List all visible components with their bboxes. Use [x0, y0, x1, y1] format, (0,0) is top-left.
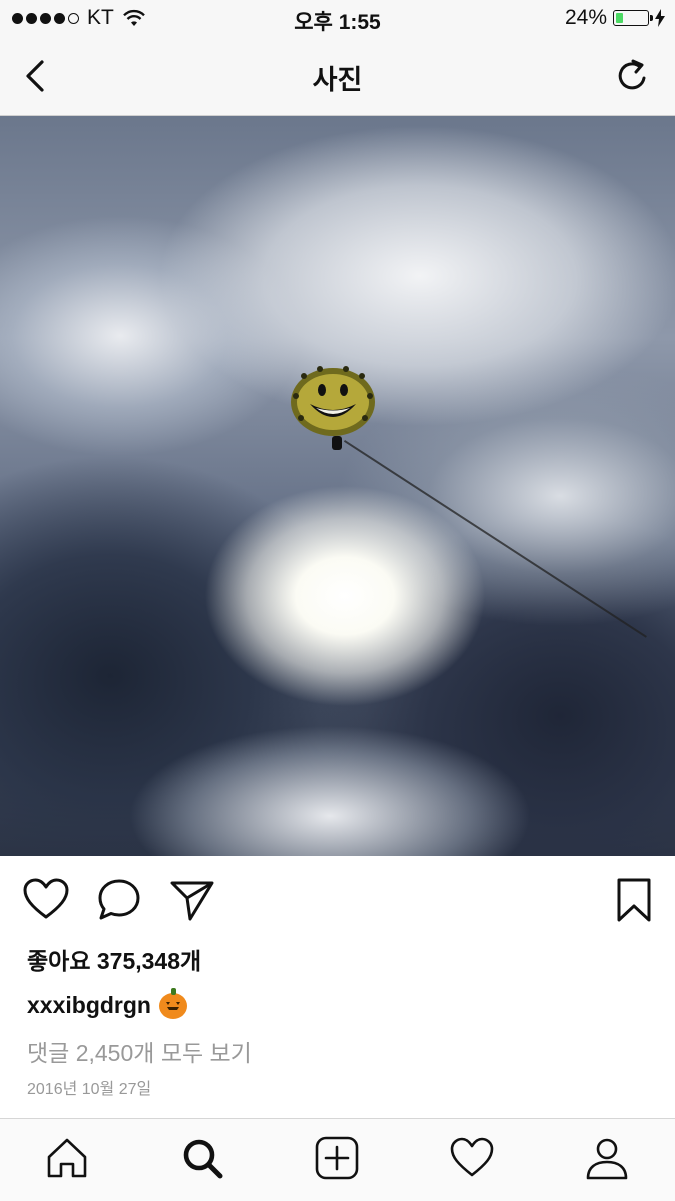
likes-count[interactable]: 좋아요 375,348개 [27, 942, 201, 976]
view-all-comments-link[interactable]: 댓글 2,450개 모두 보기 [27, 1034, 252, 1068]
profile-icon[interactable] [584, 1135, 630, 1181]
bookmark-icon[interactable] [610, 876, 658, 924]
search-icon[interactable] [179, 1135, 225, 1181]
post-caption: xxxibgdrgn [27, 987, 187, 1019]
status-right: 24% [565, 6, 665, 30]
charging-bolt-icon [655, 9, 665, 27]
share-icon[interactable] [168, 876, 216, 924]
heart-icon[interactable] [22, 876, 70, 924]
activity-heart-icon[interactable] [449, 1135, 495, 1181]
post-photo[interactable] [0, 116, 675, 856]
comment-icon[interactable] [95, 876, 143, 924]
username-link[interactable]: xxxibgdrgn [27, 992, 151, 1019]
navigation-bar: 사진 [0, 38, 675, 116]
smiley-parachute [291, 366, 375, 436]
add-post-icon[interactable] [314, 1135, 360, 1181]
pumpkin-emoji [158, 987, 187, 1019]
page-title: 사진 [312, 65, 363, 95]
parasail-rope [343, 440, 647, 638]
post-date: 2016년 10월 27일 [27, 1081, 152, 1098]
tab-bar [0, 1118, 675, 1201]
battery-percent: 24% [564, 6, 607, 29]
status-bar: KT 오후 1:55 24% [0, 0, 675, 38]
post-actions [0, 856, 675, 946]
refresh-icon[interactable] [613, 56, 653, 96]
home-icon[interactable] [44, 1135, 90, 1181]
parasailer [332, 436, 342, 450]
battery-icon [613, 10, 653, 26]
